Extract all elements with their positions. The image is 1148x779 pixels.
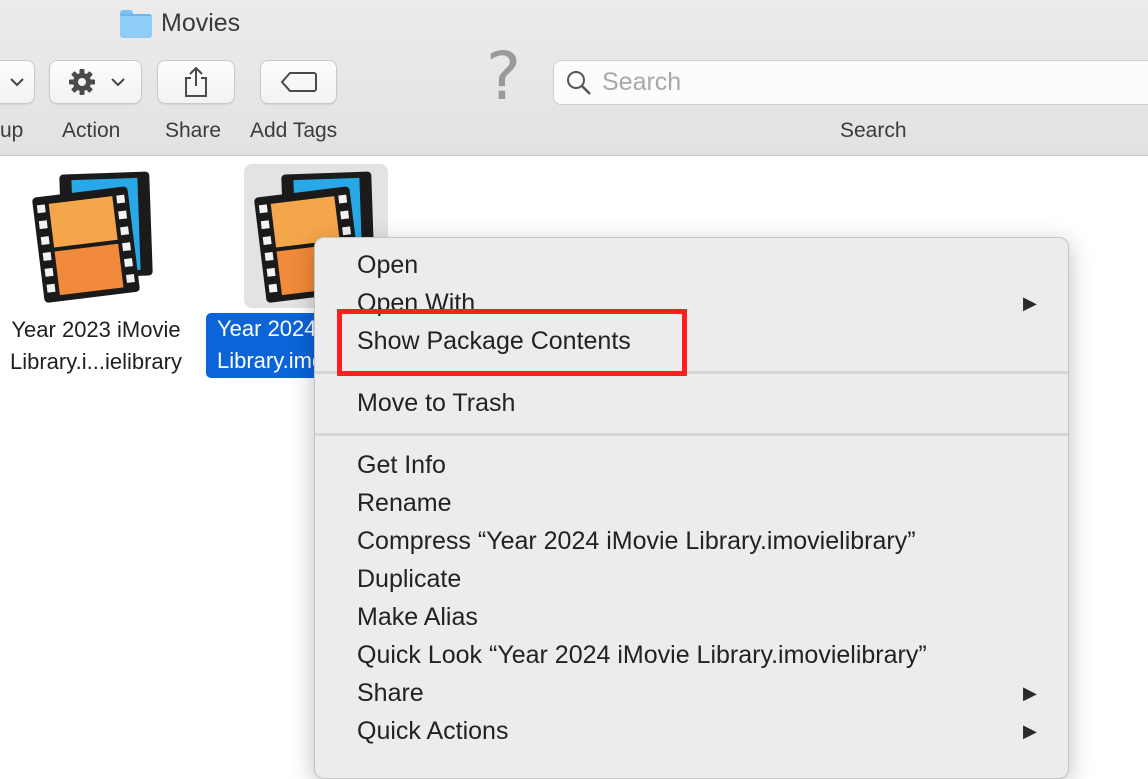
question-mark-icon: ? (486, 38, 522, 115)
search-label: Search (840, 119, 907, 142)
folder-icon (120, 10, 152, 38)
tag-icon (280, 72, 317, 92)
menu-separator (315, 371, 1068, 374)
action-button[interactable] (49, 60, 142, 104)
menu-item-move-to-trash[interactable]: Move to Trash (357, 388, 515, 418)
group-button[interactable] (0, 60, 35, 104)
file-name-year-2023[interactable]: Year 2023 iMovie Library.i...ielibrary (0, 314, 206, 378)
menu-item-show-package-contents[interactable]: Show Package Contents (357, 326, 631, 356)
menu-item-get-info[interactable]: Get Info (357, 450, 446, 480)
add-tags-label: Add Tags (250, 119, 338, 142)
menu-item-quick-actions[interactable]: Quick Actions (357, 716, 508, 746)
imovie-library-icon (32, 171, 153, 303)
share-label: Share (165, 119, 222, 142)
menu-item-quick-look[interactable]: Quick Look “Year 2024 iMovie Library.imo… (357, 640, 927, 670)
group-label: up (0, 119, 24, 142)
file-name-year-2024-selected[interactable]: Year 2024 iMovie Library.imovielibrary (206, 313, 326, 378)
search-input[interactable] (600, 67, 1104, 98)
menu-item-open[interactable]: Open (357, 250, 418, 280)
menu-item-share[interactable]: Share (357, 678, 424, 708)
search-icon (567, 70, 591, 95)
file-icon-year-2023[interactable] (28, 170, 158, 305)
menu-separator (315, 433, 1068, 436)
menu-item-make-alias[interactable]: Make Alias (357, 602, 478, 632)
gear-icon (68, 69, 95, 95)
menu-item-open-with[interactable]: Open With (357, 288, 475, 318)
chevron-down-icon (110, 77, 125, 86)
submenu-arrow-icon: ▶ (1023, 683, 1037, 703)
add-tags-button[interactable] (260, 60, 337, 104)
context-menu: Open Open With ▶ Show Package Contents M… (314, 237, 1069, 779)
menu-item-duplicate[interactable]: Duplicate (357, 564, 461, 594)
search-field[interactable] (553, 60, 1148, 105)
menu-item-compress[interactable]: Compress “Year 2024 iMovie Library.imovi… (357, 526, 916, 556)
window-title: Movies (161, 8, 241, 37)
submenu-arrow-icon: ▶ (1023, 721, 1037, 741)
chevron-down-icon (9, 77, 24, 86)
menu-item-rename[interactable]: Rename (357, 488, 452, 518)
share-icon (185, 66, 207, 97)
window-title-area: Movies (120, 6, 240, 40)
action-label: Action (62, 119, 121, 142)
submenu-arrow-icon: ▶ (1023, 293, 1037, 313)
finder-toolbar: Movies up Action Share Add Tags ? Search… (0, 0, 1148, 156)
share-button[interactable] (157, 60, 235, 104)
